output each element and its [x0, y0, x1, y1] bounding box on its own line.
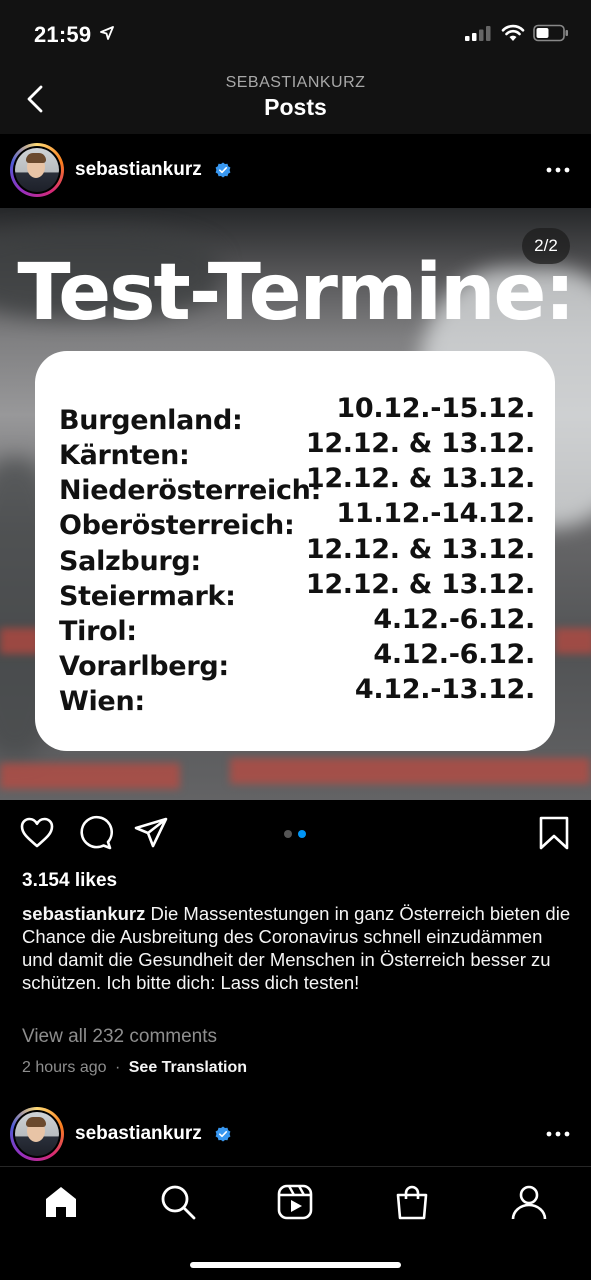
page-title: Posts — [264, 94, 327, 120]
battery-icon — [533, 24, 568, 42]
status-time: 21:59 — [34, 22, 92, 47]
test-date-row: Wien: 4.12.-13.12. — [59, 674, 535, 722]
carousel-dots — [284, 830, 306, 838]
post-actions — [0, 800, 591, 868]
status-icons — [465, 24, 569, 42]
region-label: Niederösterreich: — [59, 475, 322, 506]
location-arrow-icon — [100, 26, 114, 40]
carousel-dot — [284, 830, 292, 838]
test-dates-card: Burgenland: 10.12.-15.12. Kärnten: 12.12… — [35, 351, 555, 751]
cellular-signal-icon — [465, 26, 491, 41]
dates-label: 10.12.-15.12. — [336, 393, 535, 424]
bottom-nav — [0, 1166, 591, 1280]
shop-icon[interactable] — [393, 1183, 431, 1221]
avatar-image — [15, 148, 59, 192]
region-label: Oberösterreich: — [59, 510, 295, 541]
dates-label: 12.12. & 13.12. — [305, 569, 535, 600]
profile-icon[interactable] — [510, 1183, 548, 1221]
post-username[interactable]: sebastiankurz — [75, 159, 202, 181]
post-meta: 2 hours ago · See Translation — [22, 1059, 247, 1077]
region-label: Tirol: — [59, 616, 137, 647]
comment-icon[interactable] — [77, 815, 113, 851]
post-header: sebastiankurz — [0, 134, 591, 208]
dates-label: 12.12. & 13.12. — [305, 428, 535, 459]
post-image[interactable]: 2/2 Test-Termine: Burgenland: 10.12.-15.… — [0, 208, 591, 800]
more-options-icon[interactable] — [545, 160, 571, 180]
likes-count[interactable]: 3.154 likes — [22, 870, 117, 892]
reels-icon[interactable] — [276, 1183, 314, 1221]
region-label: Kärnten: — [59, 440, 190, 471]
region-label: Steiermark: — [59, 581, 236, 612]
meta-separator: · — [114, 1059, 121, 1076]
home-icon[interactable] — [42, 1183, 80, 1221]
page-header: SEBASTIANKURZ Posts — [0, 64, 591, 134]
status-bar: 21:59 — [0, 0, 591, 64]
post-username[interactable]: sebastiankurz — [75, 1123, 202, 1145]
search-icon[interactable] — [159, 1183, 197, 1221]
see-translation-link[interactable]: See Translation — [129, 1059, 247, 1076]
dates-label: 12.12. & 13.12. — [305, 463, 535, 494]
next-post-header: sebastiankurz — [0, 1098, 591, 1168]
heart-icon[interactable] — [19, 815, 55, 851]
post-caption: sebastiankurz Die Massentestungen in gan… — [22, 902, 572, 994]
dates-label: 12.12. & 13.12. — [305, 534, 535, 565]
region-label: Burgenland: — [59, 405, 243, 436]
caption-username[interactable]: sebastiankurz — [22, 903, 145, 924]
wifi-icon — [501, 24, 525, 41]
dates-label: 4.12.-6.12. — [373, 639, 535, 670]
more-options-icon[interactable] — [545, 1124, 571, 1144]
post-time: 2 hours ago — [22, 1059, 107, 1076]
bookmark-icon[interactable] — [536, 815, 572, 851]
header-subtitle: SEBASTIANKURZ — [225, 74, 366, 91]
avatar-image — [15, 1112, 59, 1156]
region-label: Salzburg: — [59, 546, 201, 577]
share-icon[interactable] — [133, 815, 169, 851]
dates-label: 11.12.-14.12. — [336, 498, 535, 529]
region-label: Vorarlberg: — [59, 651, 229, 682]
home-indicator — [190, 1262, 401, 1268]
carousel-dot-active — [298, 830, 306, 838]
verified-badge-icon — [215, 1126, 231, 1142]
image-title: Test-Termine: — [17, 248, 575, 338]
dates-label: 4.12.-6.12. — [373, 604, 535, 635]
verified-badge-icon — [215, 162, 231, 178]
avatar[interactable] — [10, 1107, 64, 1161]
dates-label: 4.12.-13.12. — [354, 674, 535, 705]
avatar[interactable] — [10, 143, 64, 197]
view-comments-link[interactable]: View all 232 comments — [22, 1026, 217, 1048]
region-label: Wien: — [59, 686, 145, 717]
